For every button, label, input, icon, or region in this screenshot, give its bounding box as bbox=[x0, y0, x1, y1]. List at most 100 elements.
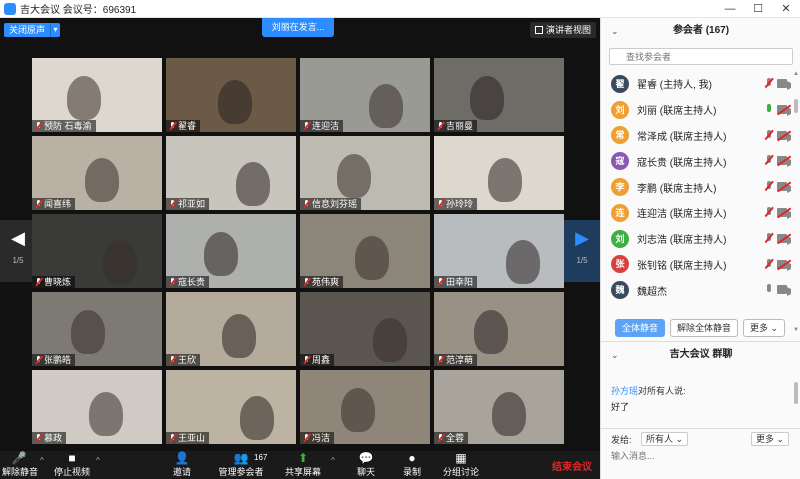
video-tile[interactable]: 周鑫 bbox=[300, 292, 430, 366]
video-off-icon[interactable] bbox=[777, 104, 791, 116]
chevron-down-icon[interactable]: ⌄ bbox=[611, 18, 619, 44]
unmute-all-button[interactable]: 解除全体静音 bbox=[670, 319, 739, 337]
invite-button[interactable]: 👤 邀请 bbox=[168, 451, 196, 479]
app-logo-icon bbox=[4, 2, 16, 15]
video-off-icon[interactable] bbox=[777, 233, 791, 245]
mic-muted-icon[interactable] bbox=[765, 155, 773, 166]
mic-muted-icon[interactable] bbox=[765, 258, 773, 270]
more-button[interactable]: 更多 ⌄ bbox=[743, 319, 786, 337]
participant-name: 王亚山 bbox=[178, 433, 206, 443]
participant-row[interactable]: 刘刘丽 (联席主持人) bbox=[601, 97, 791, 123]
video-tile[interactable]: 连迎洁 bbox=[300, 58, 430, 132]
scroll-up-icon[interactable]: ▲ bbox=[793, 71, 799, 77]
unmute-button[interactable]: 🎤 解除静音 bbox=[2, 451, 38, 479]
search-participants-input[interactable] bbox=[609, 48, 793, 65]
meeting-toolbar: 🎤 解除静音 ^ ■ 停止视频 ^ 👤 邀请 👥 167 管理参会者 ⬆ 共享屏幕… bbox=[0, 451, 600, 479]
chat-more-button[interactable]: 更多 ⌄ bbox=[751, 432, 790, 446]
participant-row[interactable]: 魏魏超杰 bbox=[601, 277, 791, 303]
video-off-icon[interactable] bbox=[777, 207, 791, 219]
video-off-icon[interactable] bbox=[777, 259, 791, 271]
participant-video bbox=[341, 388, 375, 432]
video-camera-icon[interactable] bbox=[777, 79, 791, 90]
participant-scrollbar[interactable]: ▲ ▼ bbox=[793, 71, 799, 333]
participant-row[interactable]: 刘刘志浩 (联席主持人) bbox=[601, 226, 791, 252]
chat-sender[interactable]: 孙方瑶 bbox=[611, 386, 638, 396]
participant-row[interactable]: 连连迎洁 (联席主持人) bbox=[601, 200, 791, 226]
mic-muted-icon[interactable] bbox=[765, 78, 773, 89]
participant-video bbox=[85, 158, 119, 202]
chevron-right-icon: ▶ bbox=[575, 228, 589, 248]
video-tile[interactable]: 苑伟爽 bbox=[300, 214, 430, 288]
participant-name: 魏超杰 bbox=[637, 286, 667, 298]
chat-button[interactable]: 💬 聊天 bbox=[352, 451, 380, 479]
mute-all-button[interactable]: 全体静音 bbox=[615, 319, 666, 337]
participant-row[interactable]: 李李鹏 (联席主持人) bbox=[601, 174, 791, 200]
scroll-down-icon[interactable]: ▼ bbox=[793, 327, 799, 333]
prev-page-button[interactable]: ◀ 1/5 bbox=[0, 220, 36, 282]
video-off-icon[interactable] bbox=[777, 181, 791, 194]
maximize-button[interactable]: ☐ bbox=[744, 0, 772, 18]
avatar: 张 bbox=[611, 255, 629, 274]
participant-row[interactable]: 常常泽成 (联席主持人) bbox=[601, 123, 791, 149]
send-to-select[interactable]: 所有人 ⌄ bbox=[641, 432, 689, 446]
video-tile[interactable]: 闻喜纬 bbox=[32, 136, 162, 210]
microphone-icon[interactable] bbox=[765, 103, 773, 115]
mic-muted-icon[interactable] bbox=[765, 181, 773, 192]
video-tile[interactable]: 张鹏皓 bbox=[32, 292, 162, 366]
end-meeting-button[interactable]: 结束会议 bbox=[552, 458, 592, 473]
video-tile[interactable]: 田幸阳 bbox=[434, 214, 564, 288]
share-screen-button[interactable]: ⬆ 共享屏幕 bbox=[283, 451, 323, 479]
video-tile[interactable]: 祁亚如 bbox=[166, 136, 296, 210]
video-tile[interactable]: 寇长贵 bbox=[166, 214, 296, 288]
participant-video bbox=[355, 236, 389, 280]
share-screen-label: 共享屏幕 bbox=[284, 467, 321, 477]
video-camera-icon[interactable] bbox=[777, 285, 791, 297]
chevron-down-icon[interactable]: ⌄ bbox=[611, 342, 619, 368]
minimize-button[interactable]: — bbox=[716, 0, 744, 18]
video-tile[interactable]: 曹晓炼 bbox=[32, 214, 162, 288]
mic-muted-icon[interactable] bbox=[765, 129, 773, 141]
avatar: 寇 bbox=[611, 152, 629, 171]
record-button[interactable]: ● 录制 bbox=[398, 451, 426, 479]
speaker-view-button[interactable]: 演讲者视图 bbox=[529, 22, 596, 38]
video-off-icon[interactable] bbox=[777, 155, 791, 168]
video-tile[interactable]: 全蓉 bbox=[434, 370, 564, 444]
tile-name-label: 曹晓炼 bbox=[32, 276, 76, 288]
video-tile[interactable]: 预防 石毒渝 bbox=[32, 58, 162, 132]
video-tile[interactable]: 慕政 bbox=[32, 370, 162, 444]
video-tile[interactable]: 王欣 bbox=[166, 292, 296, 366]
stop-video-button[interactable]: ■ 停止视频 bbox=[52, 451, 92, 479]
participant-row[interactable]: 张张钊铭 (联席主持人) bbox=[601, 252, 791, 278]
participant-video bbox=[337, 154, 371, 198]
chevron-up-icon[interactable]: ^ bbox=[40, 456, 44, 465]
chevron-down-icon[interactable]: ▾ bbox=[50, 23, 61, 37]
tile-name-label: 寇长贵 bbox=[166, 276, 210, 288]
video-tile[interactable]: 吉丽曼 bbox=[434, 58, 564, 132]
participant-row[interactable]: 翟翟睿 (主持人, 我) bbox=[601, 71, 791, 97]
participant-row[interactable]: 寇寇长贵 (联席主持人) bbox=[601, 148, 791, 174]
video-tile[interactable]: 范淳萌 bbox=[434, 292, 564, 366]
video-off-icon[interactable] bbox=[777, 130, 791, 142]
close-button[interactable]: ✕ bbox=[772, 0, 800, 18]
close-original-sound-button[interactable]: 关闭原声 bbox=[4, 23, 51, 37]
breakout-rooms-button[interactable]: ▦ 分组讨论 bbox=[440, 451, 482, 479]
stop-video-label: 停止视频 bbox=[53, 467, 90, 477]
mic-muted-icon[interactable] bbox=[765, 206, 773, 218]
chevron-up-icon[interactable]: ^ bbox=[96, 456, 100, 465]
video-tile[interactable]: 王亚山 bbox=[166, 370, 296, 444]
scroll-thumb[interactable] bbox=[794, 382, 798, 404]
chat-scrollbar[interactable] bbox=[793, 374, 799, 426]
video-tile[interactable]: 孙玲玲 bbox=[434, 136, 564, 210]
video-tile[interactable]: 信息刘芬瑶 bbox=[300, 136, 430, 210]
scroll-thumb[interactable] bbox=[794, 99, 798, 113]
chat-message-input[interactable] bbox=[611, 448, 791, 464]
chat-message-text: 好了 bbox=[611, 402, 630, 412]
chat-title: 吉大会议 群聊 bbox=[669, 349, 733, 360]
chevron-up-icon[interactable]: ^ bbox=[331, 456, 335, 465]
microphone-icon[interactable] bbox=[765, 284, 773, 295]
next-page-button[interactable]: ▶ 1/5 bbox=[564, 220, 600, 282]
video-tile[interactable]: 冯洁 bbox=[300, 370, 430, 444]
video-tile[interactable]: 翟睿 bbox=[166, 58, 296, 132]
manage-participants-button[interactable]: 👥 167 管理参会者 bbox=[216, 451, 267, 479]
mic-muted-icon[interactable] bbox=[765, 232, 773, 244]
